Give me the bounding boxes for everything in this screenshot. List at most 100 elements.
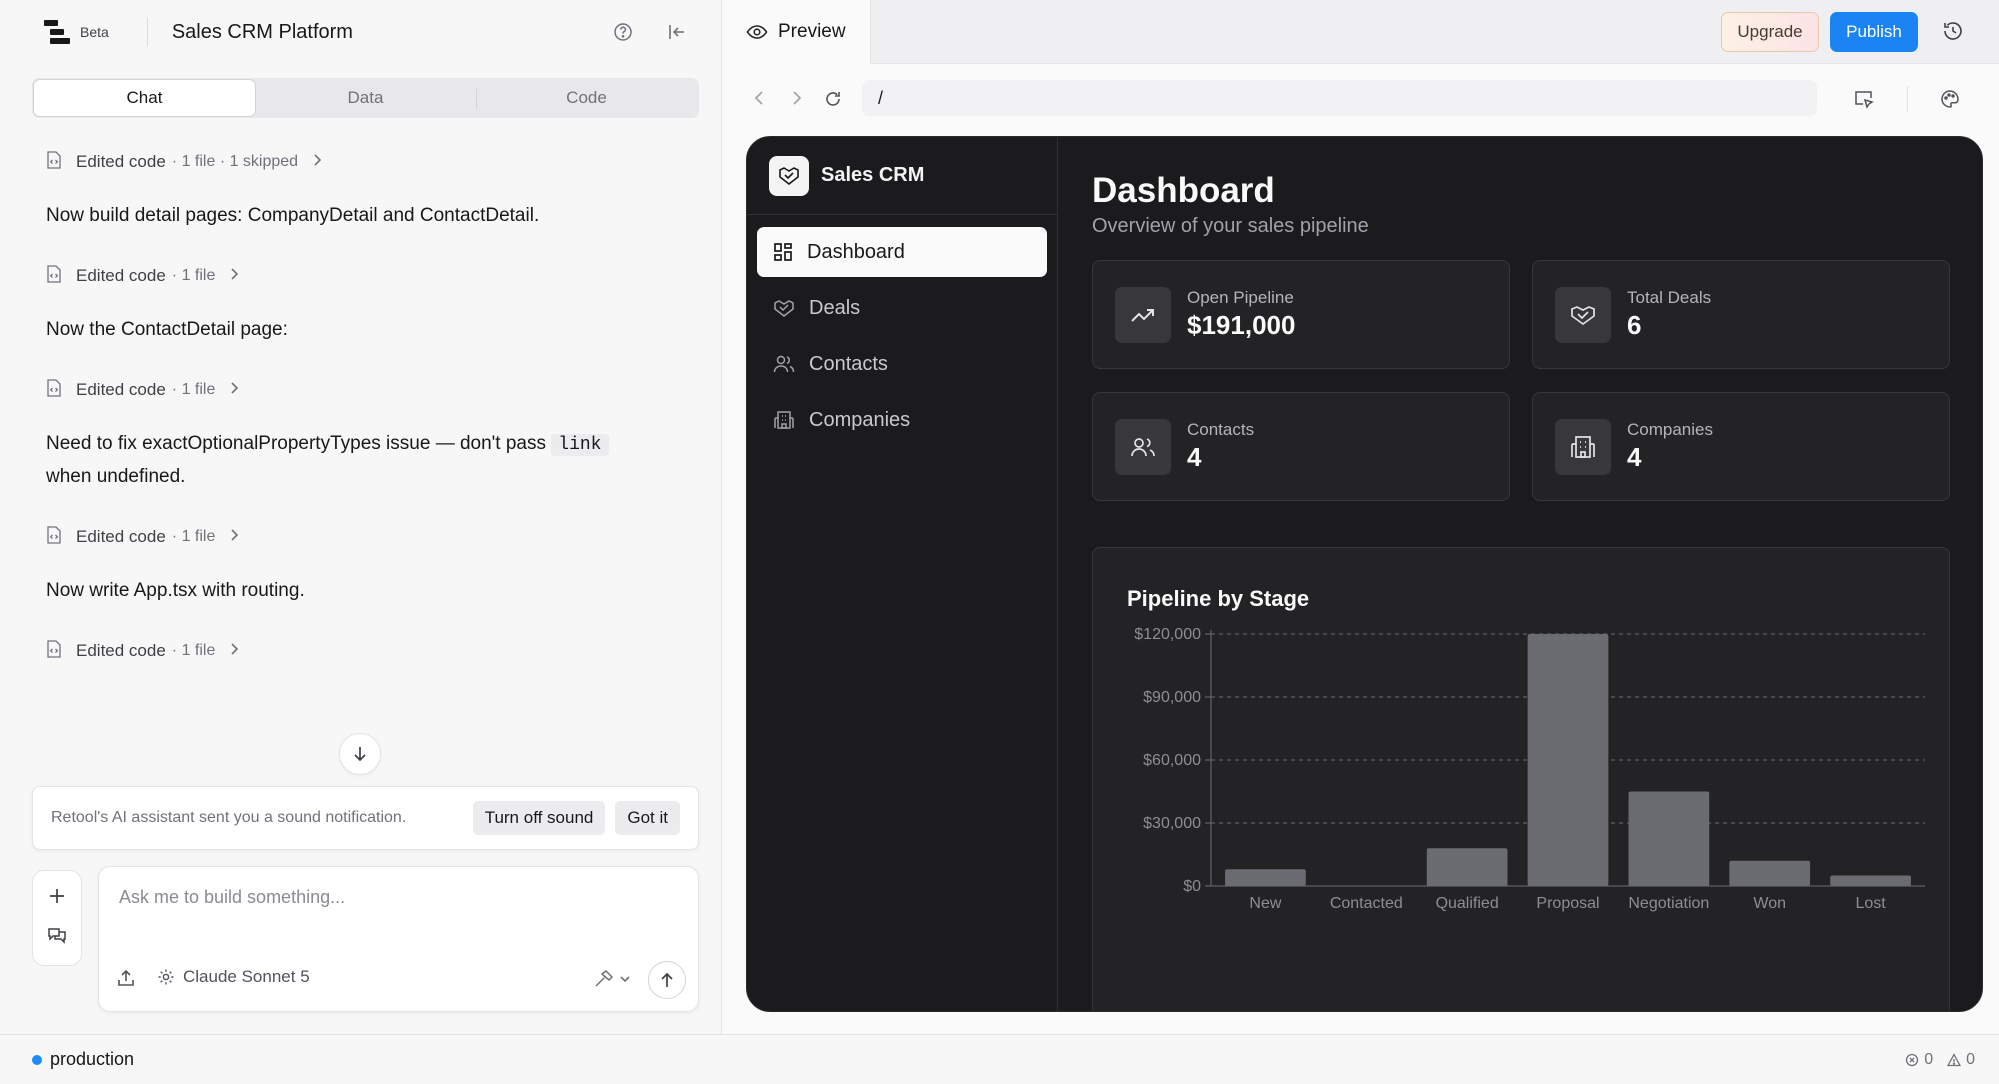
stat-card-companies: Companies 4: [1532, 392, 1950, 501]
edited-code-item[interactable]: Edited code · 1 file: [46, 264, 675, 288]
notification-text: Retool's AI assistant sent you a sound n…: [51, 809, 407, 826]
preview-tab[interactable]: Preview: [722, 0, 871, 64]
error-count-value: 0: [1924, 1050, 1934, 1068]
bar-negotiation: [1628, 791, 1710, 886]
edited-code-meta: · 1 file: [171, 267, 216, 284]
tab-code[interactable]: Code: [476, 80, 697, 116]
x-tick-label: New: [1249, 895, 1281, 912]
pipeline-bar-chart: $0 $30,000 $60,000 $90,000 $120,000 New Contac…: [1134, 626, 1925, 912]
code-file-icon: [46, 525, 62, 549]
handshake-icon: [1555, 286, 1611, 343]
x-tick-label: Contacted: [1330, 895, 1403, 912]
bar-lost: [1830, 875, 1911, 886]
palette-icon[interactable]: [1940, 89, 1960, 114]
header-divider: [146, 17, 148, 47]
chevron-right-icon: [229, 641, 239, 661]
assistant-message: Now the ContactDetail page:: [46, 319, 288, 340]
y-tick-label: $90,000: [1143, 689, 1201, 706]
bar-won: [1729, 860, 1811, 886]
y-tick-label: $120,000: [1134, 626, 1201, 643]
panel-tabs: Chat Data Code: [32, 78, 699, 118]
problem-counts[interactable]: 0 0: [1905, 1051, 1975, 1069]
prompt-input[interactable]: [119, 887, 679, 908]
environment-dot: [32, 1054, 42, 1065]
reload-icon[interactable]: [824, 90, 842, 113]
code-file-icon: [46, 378, 62, 402]
url-input[interactable]: /: [862, 80, 1817, 116]
history-icon[interactable]: [1942, 20, 1964, 47]
chevron-down-icon: [620, 976, 630, 983]
code-file-icon: [46, 150, 62, 174]
edited-code-item[interactable]: Edited code · 1 file: [46, 639, 675, 663]
x-tick-label: Lost: [1855, 895, 1886, 912]
assistant-message: Now write App.tsx with routing.: [46, 580, 305, 601]
upload-icon[interactable]: [117, 969, 135, 992]
edited-code-item[interactable]: Edited code · 1 file: [46, 525, 675, 549]
chat-messages: Edited code · 1 file · 1 skipped Now bui…: [0, 150, 721, 663]
retool-logo[interactable]: Beta: [44, 20, 109, 44]
turn-off-sound-button[interactable]: Turn off sound: [472, 801, 606, 835]
edited-code-label: Edited code: [76, 527, 166, 546]
stat-label: Contacts: [1187, 420, 1255, 439]
stat-card-contacts: Contacts 4: [1092, 392, 1510, 501]
code-file-icon: [46, 264, 62, 288]
users-icon: [773, 355, 795, 373]
stat-card-open-pipeline: Open Pipeline $191,000: [1092, 260, 1510, 369]
edited-code-item[interactable]: Edited code · 1 file: [46, 378, 675, 402]
tab-chat[interactable]: Chat: [34, 80, 255, 116]
status-bar: production 0 0: [0, 1034, 1999, 1084]
forward-icon[interactable]: [792, 90, 802, 111]
back-icon[interactable]: [754, 90, 764, 111]
warning-count: 0: [1947, 1051, 1975, 1069]
chevron-right-icon: [229, 527, 239, 547]
scroll-to-bottom-button[interactable]: [339, 733, 381, 775]
chevron-right-icon: [312, 152, 322, 172]
environment-selector[interactable]: production: [50, 1049, 1905, 1070]
model-name: Claude Sonnet 5: [183, 967, 310, 986]
stat-value: 4: [1627, 442, 1642, 472]
plus-icon[interactable]: [48, 887, 66, 910]
app-brand[interactable]: Sales CRM: [747, 137, 1057, 215]
nav-item-dashboard[interactable]: Dashboard: [757, 227, 1047, 277]
tab-data[interactable]: Data: [255, 80, 476, 116]
y-tick-label: $30,000: [1143, 815, 1201, 832]
edited-code-item[interactable]: Edited code · 1 file · 1 skipped: [46, 150, 675, 174]
chevron-right-icon: [229, 266, 239, 286]
nav-label: Deals: [809, 296, 861, 319]
url-bar: /: [722, 64, 1999, 134]
stat-cards: Open Pipeline $191,000 Total Deals 6 Conta…: [1092, 260, 1950, 501]
eye-icon: [746, 25, 768, 39]
nav-label: Contacts: [809, 352, 888, 375]
preview-panel: Preview Upgrade Publish / Sales CRM Dash…: [722, 0, 1999, 1034]
assistant-message: Now build detail pages: CompanyDetail an…: [46, 205, 540, 226]
inline-code: link: [551, 434, 609, 456]
app-title[interactable]: Sales CRM Platform: [172, 21, 583, 44]
stat-card-total-deals: Total Deals 6: [1532, 260, 1950, 369]
warning-count-value: 0: [1966, 1050, 1975, 1068]
nav-item-contacts[interactable]: Contacts: [757, 339, 1047, 389]
grid-icon: [774, 243, 792, 261]
send-button[interactable]: [648, 961, 686, 999]
arrow-down-icon: [354, 747, 366, 762]
nav-item-deals[interactable]: Deals: [757, 283, 1047, 333]
users-icon: [1115, 418, 1171, 475]
nav-item-companies[interactable]: Companies: [757, 395, 1047, 445]
got-it-button[interactable]: Got it: [615, 801, 680, 835]
publish-button[interactable]: Publish: [1830, 12, 1918, 52]
app-nav: Dashboard Deals Contacts Companies: [747, 215, 1057, 463]
inspect-icon[interactable]: [1854, 89, 1874, 114]
assistant-message: Need to fix exactOptionalPropertyTypes i…: [46, 428, 675, 492]
tool-mode-selector[interactable]: [593, 969, 631, 989]
nav-label: Dashboard: [807, 240, 905, 263]
warning-icon: [1947, 1052, 1962, 1066]
edited-code-label: Edited code: [76, 641, 166, 660]
model-selector[interactable]: Claude Sonnet 5: [157, 967, 310, 987]
edited-code-meta: · 1 file: [171, 528, 216, 545]
chevron-right-icon: [229, 380, 239, 400]
collapse-panel-icon[interactable]: [663, 18, 691, 46]
chat-bubbles-icon[interactable]: [47, 926, 67, 949]
help-icon[interactable]: [609, 18, 637, 46]
upgrade-button[interactable]: Upgrade: [1721, 12, 1819, 52]
y-tick-label: $60,000: [1143, 752, 1201, 769]
edited-code-label: Edited code: [76, 266, 166, 285]
